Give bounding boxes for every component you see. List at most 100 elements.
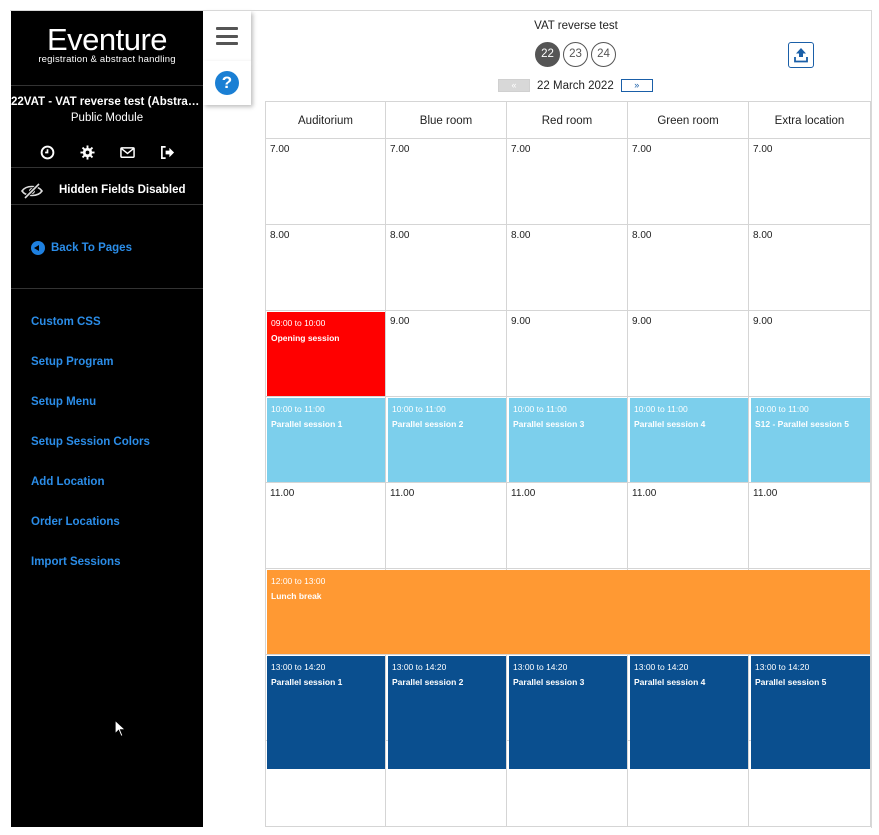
- session-time: 09:00 to 10:00: [271, 318, 326, 328]
- clock-icon[interactable]: [27, 142, 67, 162]
- hour-label: 8.00: [270, 230, 290, 241]
- menu-item-custom-css[interactable]: Custom CSS: [31, 316, 150, 356]
- time-slot-cell[interactable]: 9.00: [507, 311, 628, 397]
- session-block[interactable]: 10:00 to 11:00 Parallel session 1: [267, 398, 385, 482]
- hour-label: 11.00: [390, 488, 415, 499]
- session-time: 13:00 to 14:20: [392, 662, 447, 672]
- hour-label: 11.00: [270, 488, 295, 499]
- back-to-pages-link[interactable]: Back To Pages: [31, 241, 132, 255]
- day-pill-23[interactable]: 23: [563, 42, 588, 67]
- divider: [11, 85, 203, 86]
- time-slot-cell[interactable]: 9.00: [749, 311, 871, 397]
- logout-icon[interactable]: [147, 142, 187, 162]
- session-block[interactable]: 10:00 to 11:00 Parallel session 2: [388, 398, 506, 482]
- room-header: Blue room: [386, 101, 507, 139]
- hamburger-icon: [216, 27, 238, 45]
- upload-icon: [794, 48, 808, 63]
- session-name: Parallel session 3: [513, 677, 585, 687]
- divider: [11, 288, 203, 289]
- session-name: Lunch break: [271, 591, 322, 601]
- menu-item-setup-session-colors[interactable]: Setup Session Colors: [31, 436, 150, 476]
- help-button[interactable]: ?: [203, 61, 251, 105]
- menu-item-import-sessions[interactable]: Import Sessions: [31, 556, 150, 596]
- session-block[interactable]: 10:00 to 11:00 Parallel session 3: [509, 398, 627, 482]
- hour-label: 8.00: [511, 230, 531, 241]
- session-time: 10:00 to 11:00: [513, 404, 567, 414]
- time-slot-cell[interactable]: 11.00: [507, 483, 628, 569]
- room-header: Auditorium: [265, 101, 386, 139]
- next-day-button[interactable]: »: [620, 79, 653, 92]
- session-name: S12 - Parallel session 5: [755, 419, 850, 429]
- hour-label: 11.00: [511, 488, 536, 499]
- menu-toggle-button[interactable]: [203, 11, 251, 61]
- module-name: Public Module: [70, 112, 144, 124]
- time-slot-cell[interactable]: 8.00: [265, 225, 386, 311]
- session-block[interactable]: 10:00 to 11:00 S12 - Parallel session 5: [751, 398, 870, 482]
- room-header: Green room: [628, 101, 749, 139]
- time-slot-cell[interactable]: 7.00: [507, 139, 628, 225]
- previous-day-button[interactable]: «: [498, 79, 530, 92]
- hour-label: 11.00: [753, 488, 778, 499]
- session-time: 10:00 to 11:00: [392, 404, 446, 414]
- hour-label: 9.00: [390, 316, 410, 327]
- session-name: Parallel session 2: [392, 419, 464, 429]
- session-time: 13:00 to 14:20: [634, 662, 689, 672]
- session-block[interactable]: 13:00 to 14:20 Parallel session 1: [267, 656, 385, 769]
- time-slot-cell[interactable]: 11.00: [386, 483, 507, 569]
- time-slot-cell[interactable]: 8.00: [507, 225, 628, 311]
- day-pill-22[interactable]: 22: [535, 42, 560, 67]
- hour-label: 7.00: [753, 144, 773, 155]
- sidebar-menu: Custom CSS Setup Program Setup Menu Setu…: [31, 316, 150, 596]
- session-name: Parallel session 4: [634, 677, 706, 687]
- hidden-fields-toggle[interactable]: Hidden Fields Disabled: [11, 179, 203, 205]
- session-time: 13:00 to 14:20: [513, 662, 568, 672]
- session-block[interactable]: 12:00 to 13:00 Lunch break: [267, 570, 870, 654]
- time-slot-cell[interactable]: 9.00: [628, 311, 749, 397]
- time-slot-cell[interactable]: 7.00: [749, 139, 871, 225]
- time-slot-cell[interactable]: 8.00: [749, 225, 871, 311]
- time-slot-cell[interactable]: 8.00: [386, 225, 507, 311]
- logo-title: Eventure: [46, 22, 168, 57]
- time-slot-cell[interactable]: 7.00: [386, 139, 507, 225]
- session-time: 10:00 to 11:00: [271, 404, 325, 414]
- menu-item-add-location[interactable]: Add Location: [31, 476, 150, 516]
- gear-icon[interactable]: [67, 142, 107, 162]
- menu-item-order-locations[interactable]: Order Locations: [31, 516, 150, 556]
- day-pill-24[interactable]: 24: [591, 42, 616, 67]
- time-slot-cell[interactable]: 7.00: [628, 139, 749, 225]
- program-title: VAT reverse test: [534, 20, 618, 32]
- session-block[interactable]: 13:00 to 14:20 Parallel session 4: [630, 656, 748, 769]
- session-name: Parallel session 1: [271, 677, 343, 687]
- time-slot-cell[interactable]: 11.00: [628, 483, 749, 569]
- session-block[interactable]: 09:00 to 10:00 Opening session: [267, 312, 385, 396]
- session-name: Parallel session 2: [392, 677, 464, 687]
- hour-label: 9.00: [511, 316, 531, 327]
- hour-label: 7.00: [511, 144, 531, 155]
- session-name: Parallel session 3: [513, 419, 585, 429]
- session-block[interactable]: 10:00 to 11:00 Parallel session 4: [630, 398, 748, 482]
- session-block[interactable]: 13:00 to 14:20 Parallel session 3: [509, 656, 627, 769]
- session-time: 13:00 to 14:20: [271, 662, 326, 672]
- divider: [11, 167, 203, 168]
- hour-label: 11.00: [632, 488, 657, 499]
- schedule-grid: Auditorium Blue room Red room Green room Ext…: [265, 101, 871, 827]
- time-slot-cell[interactable]: 11.00: [749, 483, 871, 569]
- session-name: Parallel session 5: [755, 677, 827, 687]
- session-block[interactable]: 13:00 to 14:20 Parallel session 5: [751, 656, 870, 769]
- time-slot-cell[interactable]: 8.00: [628, 225, 749, 311]
- mail-icon[interactable]: [107, 142, 147, 162]
- export-button[interactable]: [788, 42, 814, 68]
- hour-label: 7.00: [270, 144, 290, 155]
- time-slot-cell[interactable]: 7.00: [265, 139, 386, 225]
- session-name: Parallel session 1: [271, 419, 343, 429]
- session-block[interactable]: 13:00 to 14:20 Parallel session 2: [388, 656, 506, 769]
- time-slot-cell[interactable]: 11.00: [265, 483, 386, 569]
- time-slot-cell[interactable]: 9.00: [386, 311, 507, 397]
- menu-item-setup-menu[interactable]: Setup Menu: [31, 396, 150, 436]
- hidden-fields-label: Hidden Fields Disabled: [59, 184, 186, 196]
- sidebar-icon-bar: [11, 142, 203, 162]
- session-name: Opening session: [271, 333, 340, 343]
- menu-item-setup-program[interactable]: Setup Program: [31, 356, 150, 396]
- project-title: 22VAT - VAT reverse test (Abstract...: [11, 96, 203, 108]
- hour-label: 9.00: [632, 316, 652, 327]
